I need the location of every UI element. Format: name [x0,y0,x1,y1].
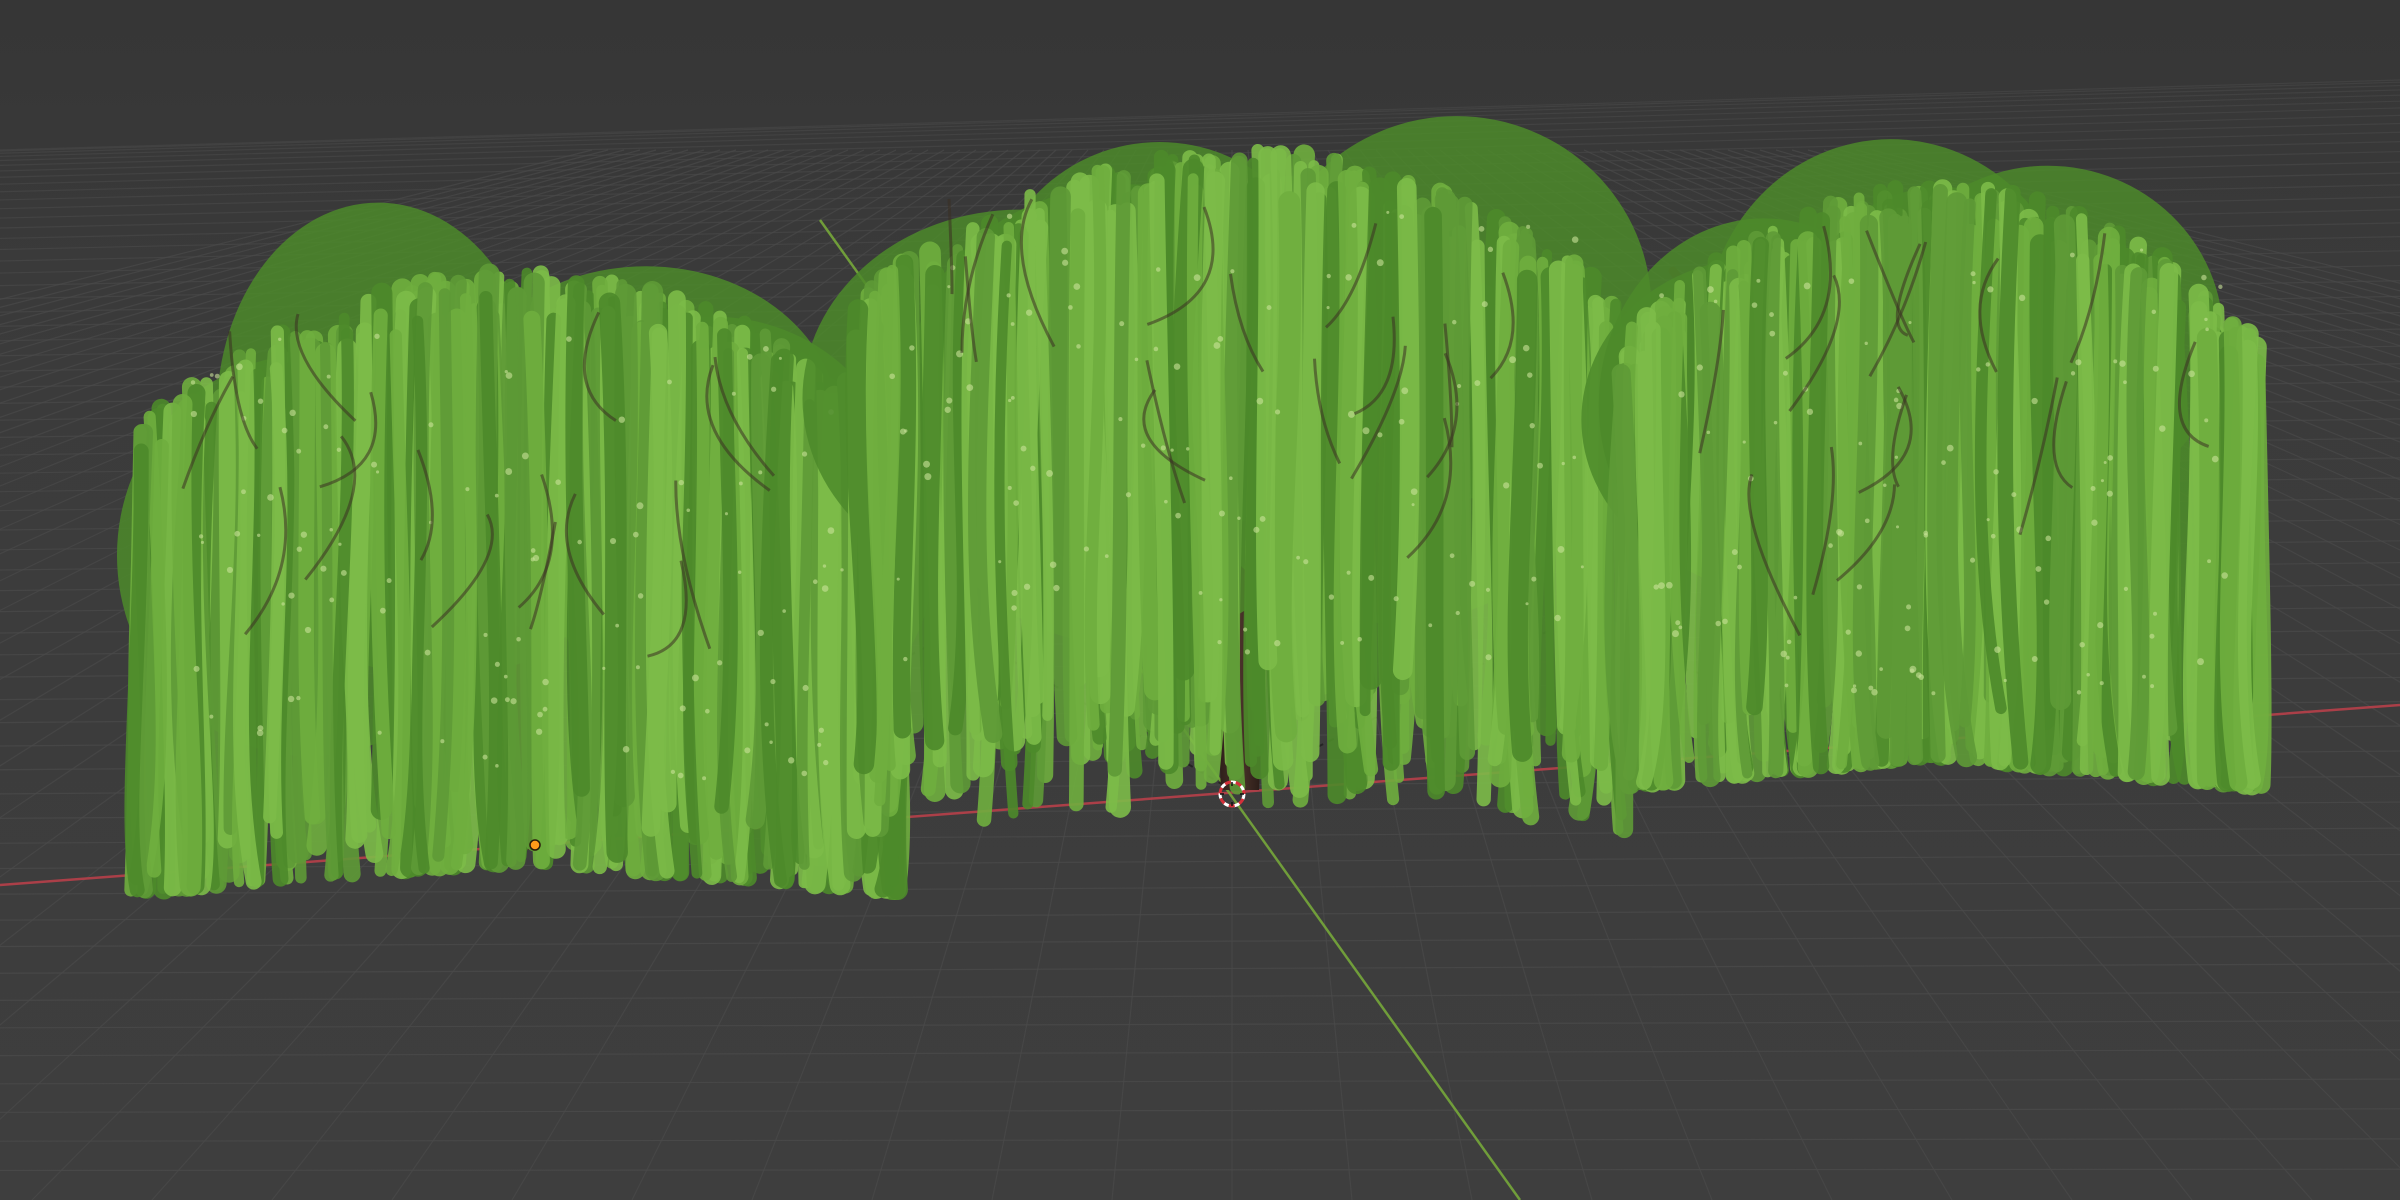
object-origin-icon[interactable] [529,839,541,851]
3d-viewport[interactable] [0,0,2400,1200]
viewport-canvas[interactable] [0,0,2400,1200]
